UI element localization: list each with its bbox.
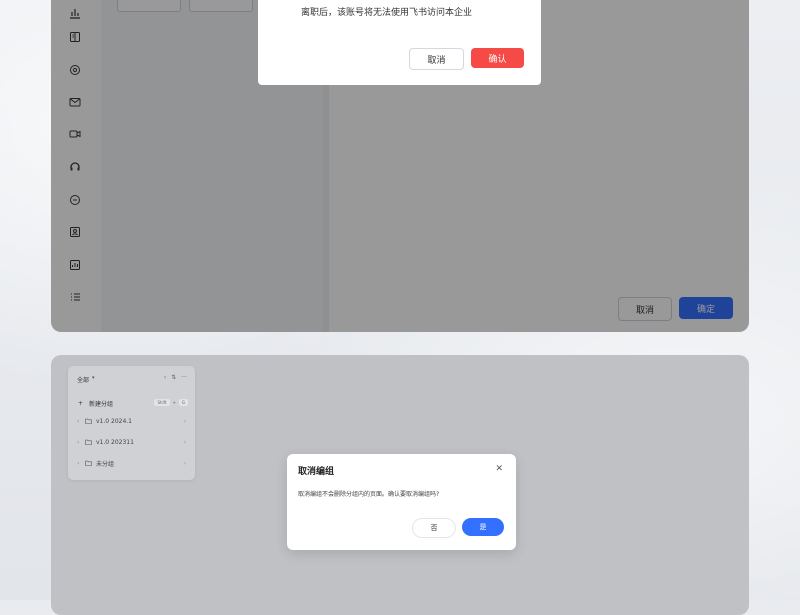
chevron-right-icon: › <box>183 459 186 467</box>
dialog-title: 取消编组 <box>298 467 335 477</box>
group-list-item[interactable]: › v1.0 202311 › <box>77 435 186 449</box>
chevron-right-icon: › <box>77 438 80 446</box>
group-list-item[interactable]: › 未分组 › <box>77 456 186 470</box>
dialog-confirm-button[interactable]: 确认 <box>471 48 524 68</box>
collapse-icon[interactable]: ‹ <box>164 374 166 381</box>
group-label: v1.0 2024.1 <box>96 417 132 425</box>
shortcut-tag: G <box>178 399 188 406</box>
no-button[interactable]: 否 <box>412 518 456 538</box>
folder-icon <box>85 439 92 445</box>
chevron-right-icon: › <box>77 417 80 425</box>
group-list-item[interactable]: › v1.0 2024.1 › <box>77 414 186 428</box>
sort-icon[interactable]: ⇅ <box>171 374 176 381</box>
new-group-button[interactable]: + 新建分组 <box>78 399 113 408</box>
group-label: v1.0 202311 <box>96 438 134 446</box>
more-icon[interactable]: ··· <box>181 374 187 381</box>
folder-icon <box>85 418 92 424</box>
new-group-label: 新建分组 <box>89 401 114 408</box>
plus-icon: + <box>172 400 176 405</box>
dialog-cancel-button[interactable]: 取消 <box>409 48 464 70</box>
bottom-app-window: 全部 ▾ ‹ ⇅ ··· + 新建分组 Shift + G › v1.0 202… <box>51 355 749 615</box>
chevron-down-icon[interactable]: ▾ <box>92 375 95 381</box>
group-filter-label[interactable]: 全部 <box>77 375 89 384</box>
group-label: 未分组 <box>96 460 115 468</box>
dialog-body: 取消编组不会删除分组内的页面。确认要取消编组吗? <box>298 491 440 498</box>
close-icon[interactable]: ✕ <box>495 464 503 474</box>
plus-icon: + <box>78 400 84 407</box>
dialog-message: 离职后，该账号将无法使用飞书访问本企业 <box>301 8 473 18</box>
resign-confirm-dialog: 离职后，该账号将无法使用飞书访问本企业 取消 确认 <box>258 0 541 85</box>
yes-button[interactable]: 是 <box>462 518 504 536</box>
cancel-group-dialog: 取消编组 ✕ 取消编组不会删除分组内的页面。确认要取消编组吗? 否 是 <box>287 454 516 550</box>
chevron-right-icon: › <box>77 459 80 467</box>
folder-icon <box>85 460 92 466</box>
group-list-card: 全部 ▾ ‹ ⇅ ··· + 新建分组 Shift + G › v1.0 202… <box>68 366 195 480</box>
shortcut-tag: Shift <box>154 399 170 406</box>
chevron-right-icon: › <box>183 438 186 446</box>
chevron-right-icon: › <box>183 417 186 425</box>
